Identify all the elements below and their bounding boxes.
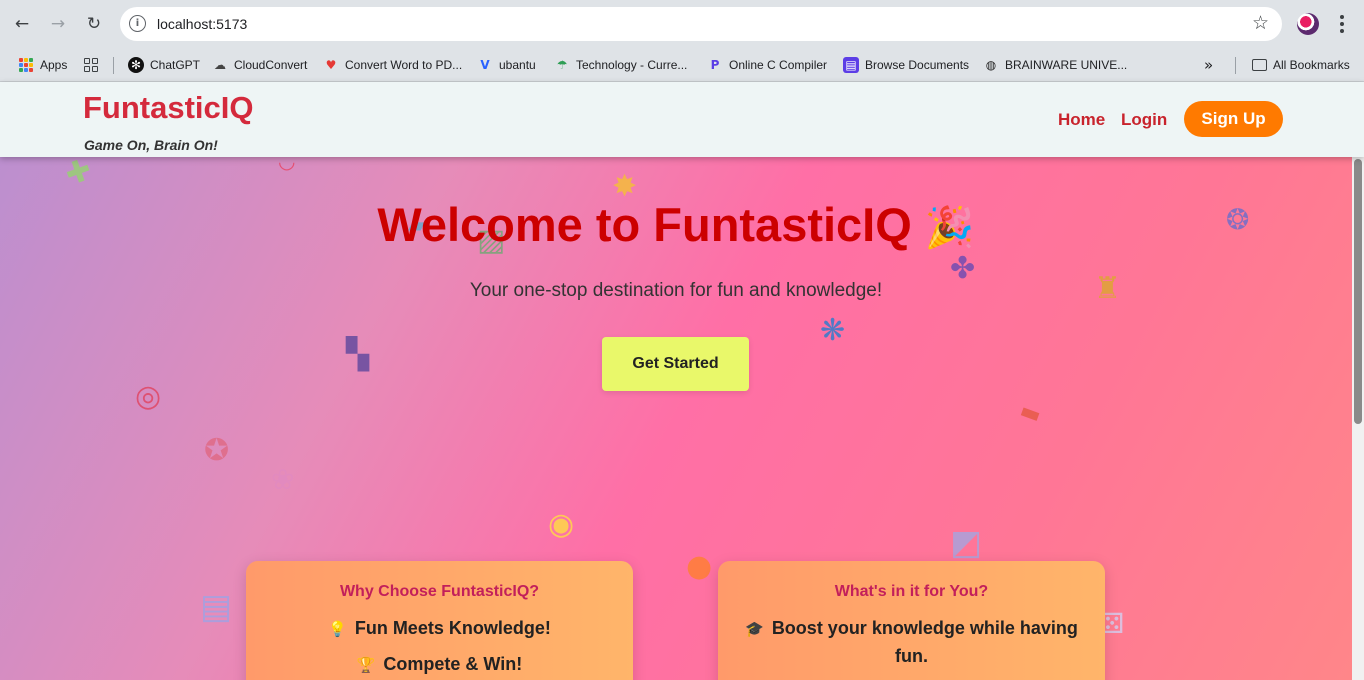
bookmark-brainware[interactable]: ◍ BRAINWARE UNIVE... (983, 54, 1128, 76)
balloon-icon: ● (686, 549, 713, 584)
pencil-icon: ▬ (1016, 398, 1045, 429)
page-scrollbar[interactable] (1352, 157, 1364, 680)
hero-title-text: Welcome to FuntasticIQ (377, 198, 912, 251)
bookmark-label: Browse Documents (865, 58, 970, 72)
brain-pink-icon: ❀ (271, 463, 295, 496)
url-text[interactable]: localhost:5173 (157, 16, 247, 32)
site-info-icon[interactable]: i (129, 15, 146, 32)
globe-icon: ◍ (985, 58, 997, 72)
back-arrow-icon[interactable]: ← (10, 12, 34, 36)
bookmark-apps[interactable]: Apps (18, 54, 67, 76)
bookmarks-divider (113, 57, 114, 74)
heart-icon: ♥ (325, 58, 337, 72)
bookmark-star-icon[interactable]: ☆ (1252, 12, 1269, 34)
medal-icon: ✪ (204, 433, 230, 468)
brand-logo[interactable]: FuntasticIQ (83, 90, 254, 126)
reload-icon[interactable]: ↻ (82, 12, 106, 36)
card-feature: 🏆 Compete & Win! (246, 651, 633, 679)
cloud-icon: ☁ (214, 58, 226, 72)
card-title: What's in it for You? (834, 583, 989, 600)
lightbulb-icon: 💡 (328, 620, 347, 638)
bookmark-online-c-compiler[interactable]: P Online C Compiler (707, 54, 827, 76)
why-choose-card: Why Choose FuntasticIQ? 💡 Fun Meets Knowl… (246, 561, 633, 680)
nav-home-link[interactable]: Home (1058, 110, 1105, 130)
bookmark-label: Technology - Curre... (576, 58, 688, 72)
brand-tagline: Game On, Brain On! (84, 137, 218, 153)
bookmark-label: Apps (40, 58, 68, 72)
hero-subtitle: Your one-stop destination for fun and kn… (469, 280, 883, 301)
bookmark-label: ubantu (499, 58, 536, 72)
bookmarks-bar: Apps ✻ ChatGPT ☁ CloudConvert ♥ Convert … (0, 48, 1364, 82)
umbrella-icon: ☂ (556, 58, 568, 72)
forward-arrow-icon[interactable]: → (46, 12, 70, 36)
chart-icon: ◩ (950, 523, 983, 563)
bookmark-label: Online C Compiler (729, 58, 828, 72)
bookmark-ubantu[interactable]: V ubantu (477, 54, 536, 76)
target-icon: ◎ (135, 379, 162, 414)
compiler-icon: P (710, 58, 720, 72)
tab-grid-icon (83, 57, 99, 73)
card-feature-text: Compete & Win! (383, 654, 523, 674)
signup-button[interactable]: Sign Up (1184, 101, 1283, 137)
party-popper-icon: 🎉 (924, 205, 975, 251)
bookmark-label: ChatGPT (150, 58, 201, 72)
bookmarks-divider (1235, 57, 1236, 74)
browser-toolbar: ← → ↻ i localhost:5173 ☆ (0, 0, 1364, 48)
bookmark-label: CloudConvert (234, 58, 308, 72)
bookmark-technology[interactable]: ☂ Technology - Curre... (554, 54, 688, 76)
books-icon: ▤ (200, 587, 233, 627)
more-bookmarks-chevron-icon[interactable]: » (1204, 54, 1213, 76)
ring-icon: ◡ (278, 157, 296, 173)
bookmark-label: Convert Word to PD... (345, 58, 463, 72)
folder-icon (1252, 59, 1267, 71)
confetti-icon: ❋ (820, 313, 846, 348)
all-bookmarks-label: All Bookmarks (1273, 58, 1350, 72)
address-bar[interactable]: i localhost:5173 ☆ (120, 7, 1282, 41)
bookmark-label: BRAINWARE UNIVE... (1005, 58, 1128, 72)
tab-groups-button[interactable] (83, 54, 99, 76)
bookmark-cloudconvert[interactable]: ☁ CloudConvert (212, 54, 307, 76)
all-bookmarks-button[interactable]: All Bookmarks (1252, 54, 1350, 76)
whats-in-it-card: What's in it for You? 🎓 Boost your knowle… (718, 561, 1105, 680)
card-title: Why Choose FuntasticIQ? (339, 583, 540, 600)
kebab-menu-icon[interactable] (1330, 12, 1354, 36)
profile-avatar[interactable] (1297, 13, 1319, 35)
hero-section: ✚ ◡ ✸ ▰ ▨ ✤ ❂ ♜ ▚ ❋ ◎ ▬ ✪ ❀ ◉ ◩ ● ▤ ⚄ We… (0, 157, 1352, 680)
bookmark-browse-documents[interactable]: ▤ Browse Documents (843, 54, 969, 76)
trophy-icon: 🏆 (356, 656, 376, 674)
bookmark-chatgpt[interactable]: ✻ ChatGPT (128, 54, 200, 76)
card-feature-text: Fun Meets Knowledge! (354, 618, 551, 638)
get-started-button[interactable]: Get Started (602, 337, 749, 391)
nav-login-link[interactable]: Login (1121, 110, 1167, 130)
chatgpt-icon: ✻ (128, 57, 144, 73)
bookmark-convert-word[interactable]: ♥ Convert Word to PD... (323, 54, 463, 76)
binoculars-icon: ▚ (346, 337, 370, 372)
card-feature: 💡 Fun Meets Knowledge! (246, 615, 633, 643)
card-feature: 🎓 Boost your knowledge while having fun. (718, 615, 1105, 670)
scrollbar-thumb[interactable] (1354, 159, 1362, 424)
card-feature-text: Boost your knowledge while having fun. (771, 618, 1078, 666)
graduation-cap-icon: 🎓 (745, 620, 764, 638)
lightbulb-icon: ◉ (548, 507, 575, 542)
hero-title: Welcome to FuntasticIQ 🎉 (0, 197, 1352, 252)
apps-grid-icon (18, 57, 34, 73)
documents-icon: ▤ (843, 57, 859, 73)
puzzle-icon: ✚ (60, 157, 97, 194)
v-logo-icon: V (480, 58, 490, 72)
site-header: FuntasticIQ Game On, Brain On! Home Logi… (0, 82, 1364, 157)
